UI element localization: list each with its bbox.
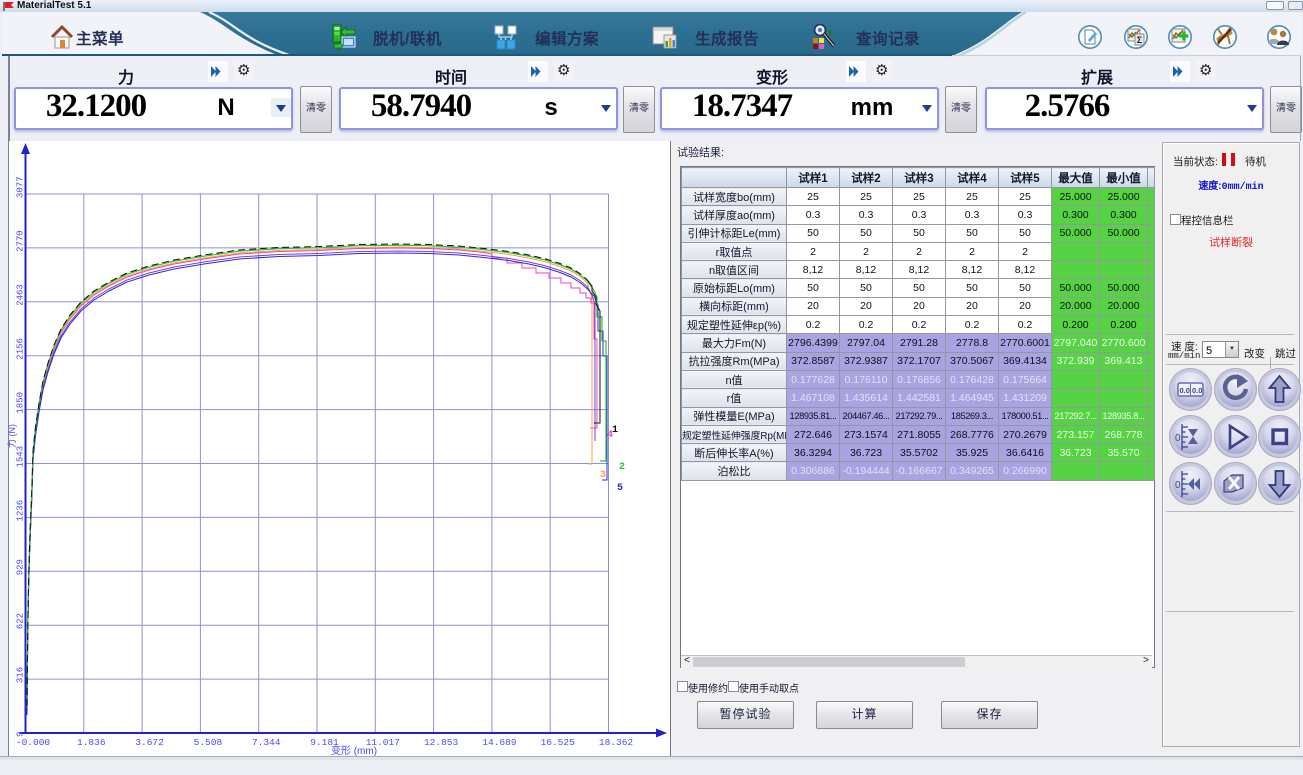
svg-text:3077: 3077 xyxy=(16,176,26,198)
svg-text:0: 0 xyxy=(1175,480,1181,491)
svg-text:2156: 2156 xyxy=(16,338,26,360)
svg-text:3.672: 3.672 xyxy=(135,737,164,748)
svg-text:-0.000: -0.000 xyxy=(16,737,51,748)
svg-text:0.0: 0.0 xyxy=(1180,386,1190,395)
svg-text:16.525: 16.525 xyxy=(541,737,576,748)
svg-text:2770: 2770 xyxy=(16,230,26,252)
svg-text:316: 316 xyxy=(16,667,26,683)
svg-text:5.508: 5.508 xyxy=(194,737,223,748)
svg-text:14.689: 14.689 xyxy=(482,737,517,748)
svg-text:2: 2 xyxy=(619,462,625,473)
svg-text:12.853: 12.853 xyxy=(424,737,459,748)
svg-text:1543: 1543 xyxy=(16,446,26,468)
svg-text:622: 622 xyxy=(16,613,26,629)
svg-text:929: 929 xyxy=(16,559,26,575)
svg-text:Σ: Σ xyxy=(1137,35,1143,45)
svg-text:7.344: 7.344 xyxy=(252,737,281,748)
svg-text:1850: 1850 xyxy=(16,392,26,414)
svg-text:1236: 1236 xyxy=(16,500,26,522)
svg-text:5: 5 xyxy=(617,483,623,494)
svg-text:力 (N): 力 (N) xyxy=(6,424,17,448)
svg-text:18.362: 18.362 xyxy=(599,737,634,748)
svg-text:1.836: 1.836 xyxy=(77,737,106,748)
svg-text:4: 4 xyxy=(607,430,613,441)
svg-text:0: 0 xyxy=(1175,433,1181,444)
svg-text:3: 3 xyxy=(600,470,606,481)
svg-text:0.0: 0.0 xyxy=(1192,386,1202,395)
svg-text:2463: 2463 xyxy=(16,284,26,306)
